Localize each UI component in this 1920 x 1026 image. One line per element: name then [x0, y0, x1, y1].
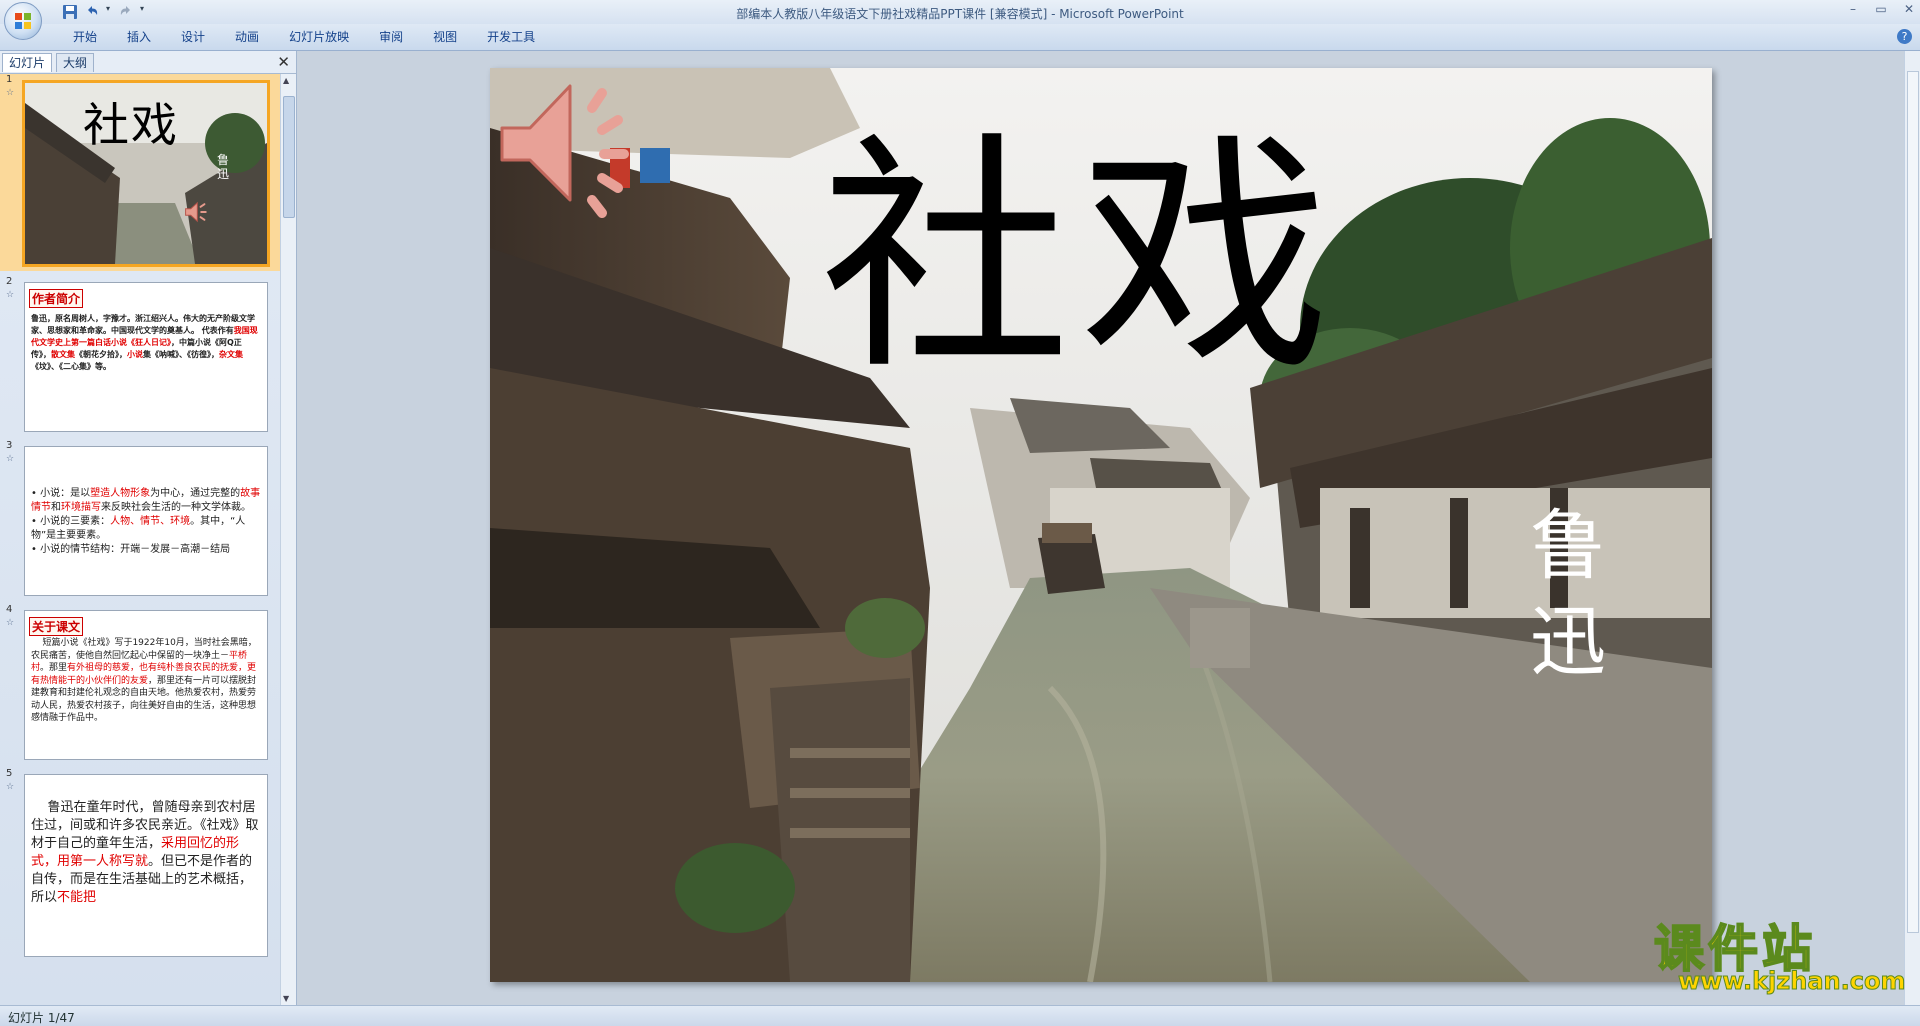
site-watermark: 课件站 www.kjzhan.com: [1653, 909, 1906, 996]
slide-number: 4: [6, 604, 13, 615]
status-bar: 幻灯片 1/47: [0, 1005, 1920, 1026]
speaker-icon[interactable]: [490, 68, 650, 218]
scroll-down-icon[interactable]: ▼: [283, 994, 289, 1003]
body-text: 代表作有: [201, 326, 234, 335]
slide-number: 1: [6, 74, 13, 85]
maximize-icon[interactable]: ▭: [1874, 2, 1888, 16]
slide-body: 鲁迅，原名周树人，字豫才。浙江绍兴人。伟大的无产阶级文学家、思想家和革命家。中国…: [31, 313, 261, 373]
office-logo-icon: [15, 13, 31, 29]
body-text: 小说的情节结构：开端－发展－高潮－结局: [40, 544, 231, 555]
body-text: 小说: [127, 350, 143, 359]
slide-thumbnail-1[interactable]: 1 ☆ 社戏 鲁迅: [0, 74, 280, 271]
slide-author[interactable]: 鲁 迅: [1528, 498, 1608, 690]
star-icon: ☆: [6, 454, 15, 464]
scroll-thumb[interactable]: [1907, 71, 1919, 933]
window-title: 部编本人教版八年级语文下册社戏精品PPT课件 [兼容模式] - Microsof…: [736, 7, 1184, 21]
help-icon[interactable]: ?: [1897, 29, 1912, 44]
thumbnail-scrollbar[interactable]: ▲ ▼: [280, 74, 296, 1005]
body-text: 环境描写: [61, 502, 101, 513]
slide-body: 鲁迅在童年时代，曾随母亲到农村居住过，间或和许多农民亲近。《社戏》取材于自己的童…: [31, 799, 261, 907]
office-button[interactable]: [4, 2, 42, 40]
slide-thumbnails: 1 ☆ 社戏 鲁迅 2 ☆ 作者简介 鲁迅，原名周树人，字豫才。浙江绍兴人。伟大…: [0, 74, 280, 1005]
slide-heading: 关于课文: [29, 617, 84, 636]
body-text: 小说：是以: [40, 488, 91, 499]
body-text: 小说的三要素：: [40, 516, 111, 527]
body-text: 人物、情节、环境: [110, 516, 191, 527]
star-icon: ☆: [6, 618, 15, 628]
current-slide[interactable]: 社戏 鲁 迅: [490, 68, 1712, 982]
slide-preview: • 小说：是以塑造人物形象为中心，通过完整的故事情节和环境描写来反映社会生活的一…: [24, 446, 268, 596]
pane-tabs: 幻灯片 大纲 ✕: [0, 51, 296, 74]
tab-insert[interactable]: 插入: [112, 29, 166, 45]
tab-slides[interactable]: 幻灯片: [2, 53, 53, 72]
body-text: 来反映社会生活的一种文学体裁。: [101, 502, 251, 513]
slide-thumbnail-3[interactable]: 3 ☆ • 小说：是以塑造人物形象为中心，通过完整的故事情节和环境描写来反映社会…: [0, 440, 280, 600]
slide-body: • 小说：是以塑造人物形象为中心，通过完整的故事情节和环境描写来反映社会生活的一…: [31, 488, 261, 555]
slide-preview: 作者简介 鲁迅，原名周树人，字豫才。浙江绍兴人。伟大的无产阶级文学家、思想家和革…: [24, 282, 268, 432]
minimize-icon[interactable]: –: [1846, 2, 1860, 16]
body-text: 短篇小说《社戏》写于1922年10月，当时社会黑暗，农民痛苦，使他自然回忆起心中…: [31, 638, 257, 661]
tab-view[interactable]: 视图: [418, 29, 472, 45]
tab-animations[interactable]: 动画: [220, 29, 274, 45]
body-text: 为中心，通过完整的: [150, 488, 241, 499]
slide-body: 短篇小说《社戏》写于1922年10月，当时社会黑暗，农民痛苦，使他自然回忆起心中…: [31, 637, 261, 725]
body-text: 和: [51, 502, 61, 513]
slide-number: 3: [6, 440, 13, 451]
slide-preview: 社戏 鲁迅: [22, 80, 270, 267]
thumbnail-author: 鲁迅: [217, 153, 230, 181]
star-icon: ☆: [6, 88, 15, 98]
slide-thumbnail-2[interactable]: 2 ☆ 作者简介 鲁迅，原名周树人，字豫才。浙江绍兴人。伟大的无产阶级文学家、思…: [0, 276, 280, 436]
thumbnail-title: 社戏: [83, 98, 179, 152]
author-char: 迅: [1530, 597, 1606, 686]
tab-developer[interactable]: 开发工具: [472, 29, 550, 45]
slide-preview: 关于课文 短篇小说《社戏》写于1922年10月，当时社会黑暗，农民痛苦，使他自然…: [24, 610, 268, 760]
author-char: 鲁: [1530, 501, 1606, 590]
ribbon-tab-bar: 开始 插入 设计 动画 幻灯片放映 审阅 视图 开发工具 ?: [0, 24, 1920, 51]
slide-title[interactable]: 社戏: [820, 108, 1340, 408]
body-text: 散文集: [51, 350, 75, 359]
body-text: 。那里: [40, 663, 68, 673]
window-controls: – ▭ ✕: [1846, 2, 1916, 16]
title-bar: ▾ ▾ 部编本人教版八年级语文下册社戏精品PPT课件 [兼容模式] - Micr…: [0, 0, 1920, 40]
slide-thumbnail-5[interactable]: 5 ☆ 鲁迅在童年时代，曾随母亲到农村居住过，间或和许多农民亲近。《社戏》取材于…: [0, 768, 280, 1005]
body-text: 塑造人物形象: [90, 488, 151, 499]
slide-heading: 作者简介: [29, 289, 84, 308]
slide-counter: 幻灯片 1/47: [8, 1011, 75, 1025]
body-text: 集《呐喊》、《彷徨》，: [143, 350, 219, 359]
tab-slideshow[interactable]: 幻灯片放映: [274, 29, 364, 45]
slide-number: 2: [6, 276, 13, 287]
tab-outline[interactable]: 大纲: [56, 53, 95, 72]
body-text: 《朝花夕拾》，: [75, 350, 127, 359]
tab-home[interactable]: 开始: [58, 29, 112, 45]
slide-number: 5: [6, 768, 13, 779]
slides-pane: 幻灯片 大纲 ✕ 1 ☆ 社戏 鲁迅 2 ☆ 作者简介 鲁迅，原名周树人，字豫才…: [0, 51, 297, 1005]
speaker-icon: [185, 201, 207, 223]
close-icon[interactable]: ✕: [1902, 2, 1916, 16]
watermark-url: www.kjzhan.com: [1677, 967, 1906, 996]
body-text: 杂文集: [219, 350, 243, 359]
body-text: 《坟》、《二心集》等。: [31, 362, 111, 371]
editor-scrollbar[interactable]: [1904, 51, 1920, 1005]
star-icon: ☆: [6, 782, 15, 792]
star-icon: ☆: [6, 290, 15, 300]
tab-design[interactable]: 设计: [166, 29, 220, 45]
close-pane-icon[interactable]: ✕: [277, 53, 290, 71]
scroll-thumb[interactable]: [283, 96, 295, 218]
slide-thumbnail-4[interactable]: 4 ☆ 关于课文 短篇小说《社戏》写于1922年10月，当时社会黑暗，农民痛苦，…: [0, 604, 280, 764]
slide-preview: 鲁迅在童年时代，曾随母亲到农村居住过，间或和许多农民亲近。《社戏》取材于自己的童…: [24, 774, 268, 957]
body-text: 不能把: [57, 890, 97, 905]
tab-review[interactable]: 审阅: [364, 29, 418, 45]
scroll-up-icon[interactable]: ▲: [283, 76, 289, 85]
